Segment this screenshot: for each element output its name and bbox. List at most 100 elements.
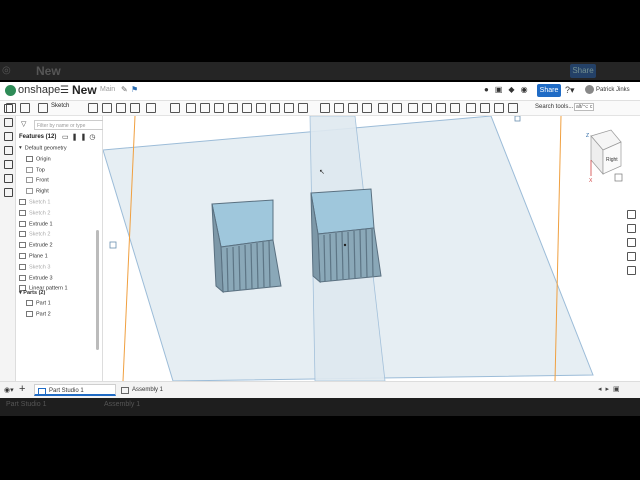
feature-item[interactable]: Top [26,166,45,173]
filter-icon[interactable]: ▽ [21,120,26,128]
surface-icon[interactable] [436,103,446,113]
shell-icon[interactable] [228,103,238,113]
delete-part-icon[interactable] [348,103,358,113]
appearance-panel-icon[interactable] [627,210,636,219]
feature-item[interactable]: Extrude 1 [19,220,53,227]
transform-icon[interactable] [334,103,344,113]
help-icon[interactable]: ?▾ [565,85,575,96]
feature-filter-input[interactable]: Filter by name or type [34,120,114,130]
share-button[interactable]: Share [537,84,561,97]
section-view-icon[interactable] [494,103,504,113]
sketch-button[interactable]: Sketch [51,103,69,109]
plane-icon[interactable] [378,103,388,113]
redo-icon[interactable] [20,103,30,113]
configuration-panel-icon[interactable] [627,252,636,261]
assembly-icon [121,387,129,394]
cylinder-icon[interactable] [270,103,280,113]
history-icon[interactable] [4,174,13,183]
background-window-header: ◎ New Share [0,62,640,80]
feature-item[interactable]: Plane 1 [19,253,48,259]
user-name[interactable]: Patrick Jinks [596,87,630,93]
sweep-icon[interactable] [116,103,126,113]
notification-icon[interactable]: ● [484,85,489,94]
version-graph-icon[interactable]: ⚑ [131,85,138,94]
search-tools-field[interactable]: Search tools... [535,104,573,110]
view-cube[interactable]: Right X Z [586,129,623,184]
feature-item-label: Plane 1 [29,253,48,260]
chamfer-icon[interactable] [186,103,196,113]
fillet-icon[interactable] [170,103,180,113]
document-title[interactable]: New [72,83,97,97]
document-tabs-bar: ◉▾ + Part Studio 1 Assembly 1 ◂▸▣ [0,381,640,398]
tab-part-studio-1[interactable]: Part Studio 1 [34,384,116,396]
bom-icon[interactable] [627,238,636,247]
section-panel-icon[interactable] [627,266,636,275]
thicken-icon[interactable] [146,103,156,113]
feature-item-label: Default geometry [24,145,67,152]
feature-item[interactable]: Extrude 3 [19,274,53,281]
sheet-metal-icon[interactable] [450,103,460,113]
feature-list-icon[interactable] [4,104,13,113]
panel-toggle-icon[interactable] [109,241,117,249]
appearance-icon[interactable] [508,103,518,113]
feature-item[interactable]: Right [26,188,49,195]
hole-icon[interactable] [242,103,252,113]
draft-icon[interactable] [200,103,210,113]
feature-type-icon [26,177,33,184]
feature-item[interactable]: Sketch 3 [19,263,50,270]
feature-type-icon [26,166,33,173]
user-avatar[interactable] [585,85,594,94]
expand-caret-icon: ▾ [19,145,22,151]
feature-header-icons[interactable]: ▭❚❚◷ [62,133,98,141]
learning-icon[interactable]: ◆ [508,85,514,94]
panel-scrollbar[interactable] [96,230,99,350]
mass-properties-icon[interactable] [627,224,636,233]
feature-item[interactable]: Sketch 1 [19,199,50,205]
modify-fillet-icon[interactable] [362,103,372,113]
configurations-icon[interactable] [4,160,13,169]
revolve-icon[interactable] [102,103,112,113]
comments-icon[interactable] [4,146,13,155]
feature-item[interactable]: Sketch 2 [19,209,50,216]
edit-pencil-icon[interactable]: ✎ [121,85,128,94]
boolean-icon[interactable] [298,103,308,113]
add-tab-button[interactable]: + [19,383,25,395]
split-icon[interactable] [320,103,330,113]
feature-item[interactable]: Front [26,177,49,184]
feature-item[interactable]: Origin [26,155,51,162]
feature-item[interactable]: Sketch 2 [19,231,50,238]
curve-icon[interactable] [422,103,432,113]
mirror-icon[interactable] [256,103,266,113]
feature-item[interactable]: Extrude 2 [19,242,53,249]
default-geometry-node[interactable]: ▾ Default geometry [19,145,67,151]
parts-header[interactable]: ▾ Parts (2) [19,290,45,296]
pattern-icon[interactable] [284,103,294,113]
app-store-icon[interactable]: ▣ [495,85,503,94]
sketch-icon[interactable] [38,103,48,113]
feature-item-label: Extrude 2 [29,242,53,249]
branch-label[interactable]: Main [100,86,115,93]
tab-assembly-1[interactable]: Assembly 1 [118,384,188,396]
hamburger-menu-icon[interactable]: ☰ [60,85,69,96]
frame-icon[interactable] [466,103,476,113]
extrude-icon[interactable] [88,103,98,113]
globe-icon[interactable]: ◉ [521,85,528,94]
part-1-model [211,199,282,294]
tab-scroll-arrows[interactable]: ◂▸▣ [598,385,624,393]
measure-icon[interactable] [480,103,490,113]
loft-icon[interactable] [130,103,140,113]
variables-icon[interactable] [4,132,13,141]
background-doc-title: New [36,64,61,78]
part-item[interactable]: Part 1 [26,300,51,306]
tab-manager-icon[interactable]: ◉▾ [4,386,14,394]
rib-icon[interactable] [214,103,224,113]
app-header: onshape ☰ New Main ✎ ⚑ ● ▣ ◆ ◉ Share ?▾ Pat… [0,82,640,101]
graphics-viewport[interactable]: Right X Z ↖ [103,116,640,381]
part-item[interactable]: Part 2 [26,311,51,317]
feature-type-icon [19,242,26,249]
mate-connector-icon[interactable] [392,103,402,113]
view-options-icon[interactable] [614,173,623,182]
parts-icon[interactable] [4,188,13,197]
feature-list-icon[interactable] [4,118,13,127]
helix-icon[interactable] [408,103,418,113]
